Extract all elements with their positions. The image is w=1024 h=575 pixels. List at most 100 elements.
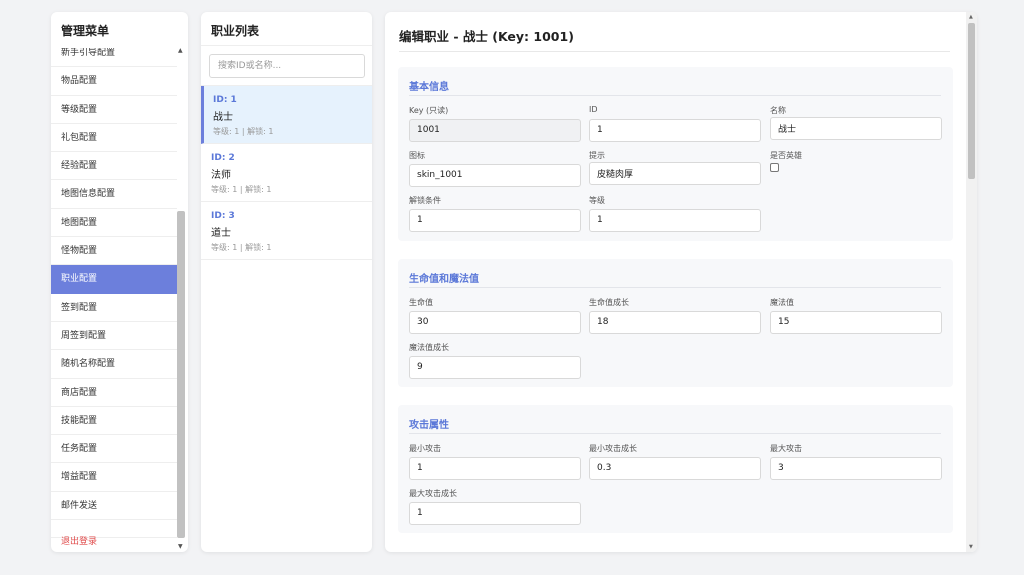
sidebar-scrollbar[interactable]: ▲ ▼ [176,45,186,552]
field-label: ID [589,105,598,114]
editor-title-divider [399,51,950,52]
id-input[interactable] [589,118,761,142]
field-level: 等级 [589,195,761,232]
job-editor-panel: 编辑职业 - 战士 (Key: 1001) 基本信息 Key (只读) ID 名… [385,12,977,552]
min-attack-growth-input[interactable] [589,456,761,480]
field-min-attack: 最小攻击 [409,443,581,480]
sidebar-item-map-info[interactable]: 地图信息配置 [51,180,177,209]
scroll-down-arrow-icon[interactable]: ▼ [969,544,973,550]
min-attack-input[interactable] [409,456,581,480]
unlock-input[interactable] [409,208,581,232]
field-hp: 生命值 [409,297,581,334]
job-name: 道士 [211,228,231,239]
field-mp-growth: 魔法值成长 [409,342,581,379]
field-icon: 图标 [409,150,581,187]
field-label: 解锁条件 [409,196,441,205]
sidebar-item-maps[interactable]: 地图配置 [51,209,177,238]
field-min-attack-growth: 最小攻击成长 [589,443,761,480]
section-hp-mp: 生命值和魔法值 生命值 生命值成长 魔法值 魔法值成长 [398,259,953,387]
sidebar-item-experience[interactable]: 经验配置 [51,152,177,181]
section-divider [409,95,941,96]
section-title-basic: 基本信息 [409,82,449,93]
hp-input[interactable] [409,310,581,334]
scroll-up-arrow-icon[interactable]: ▲ [969,14,973,20]
mp-growth-input[interactable] [409,355,581,379]
sidebar-item-jobs[interactable]: 职业配置 [51,265,177,294]
job-search-input[interactable] [209,54,365,78]
level-input[interactable] [589,208,761,232]
job-list: ID: 1 战士 等级: 1 | 解锁: 1 ID: 2 法师 等级: 1 | … [201,85,372,260]
field-label: 图标 [409,151,425,160]
logout-link[interactable]: 退出登录 [61,534,97,547]
sidebar-item-random-names[interactable]: 随机名称配置 [51,350,177,379]
section-divider [409,433,941,434]
field-label: 最小攻击 [409,444,441,453]
scroll-up-arrow-icon[interactable]: ▲ [178,47,183,54]
field-label: 名称 [770,106,786,115]
sidebar-item-monsters[interactable]: 怪物配置 [51,237,177,266]
editor-title: 编辑职业 - 战士 (Key: 1001) [399,29,574,44]
sidebar-item-tasks[interactable]: 任务配置 [51,435,177,464]
job-meta: 等级: 1 | 解锁: 1 [213,127,274,136]
field-label: 魔法值成长 [409,343,449,352]
hp-growth-input[interactable] [589,310,761,334]
field-label: 最大攻击 [770,444,802,453]
job-list-item-3[interactable]: ID: 3 道士 等级: 1 | 解锁: 1 [201,202,372,260]
max-attack-input[interactable] [770,456,942,480]
field-label: 等级 [589,196,605,205]
name-input[interactable] [770,117,942,140]
menu-list: 新手引导配置 物品配置 等级配置 礼包配置 经验配置 地图信息配置 地图配置 怪… [51,48,177,521]
icon-input[interactable] [409,163,581,187]
sidebar-item-buffs[interactable]: 增益配置 [51,463,177,492]
section-title-hp-mp: 生命值和魔法值 [409,274,479,285]
field-is-hero: 是否英雄 [770,150,942,172]
key-input [409,118,581,142]
menu-viewport: 新手引导配置 物品配置 等级配置 礼包配置 经验配置 地图信息配置 地图配置 怪… [51,48,177,537]
sidebar-item-sign-in[interactable]: 签到配置 [51,294,177,322]
sidebar-item-skills[interactable]: 技能配置 [51,407,177,436]
job-id: ID: 3 [211,211,235,221]
field-label: 生命值 [409,298,433,307]
field-hp-growth: 生命值成长 [589,297,761,334]
sidebar-item-guide[interactable]: 新手引导配置 [51,48,177,68]
sidebar-item-mail[interactable]: 邮件发送 [51,492,177,521]
job-name: 战士 [213,112,233,123]
is-hero-checkbox[interactable] [770,163,779,172]
max-attack-growth-input[interactable] [409,501,581,525]
job-id: ID: 2 [211,153,235,163]
sidebar-item-levels[interactable]: 等级配置 [51,96,177,124]
editor-scroll-thumb[interactable] [968,23,975,179]
sidebar-scroll-thumb[interactable] [177,211,185,538]
job-meta: 等级: 1 | 解锁: 1 [211,185,272,194]
field-id: ID [589,105,761,142]
scroll-down-arrow-icon[interactable]: ▼ [178,543,183,550]
job-list-panel: 职业列表 ID: 1 战士 等级: 1 | 解锁: 1 ID: 2 法师 等级:… [201,12,372,552]
admin-sidebar: 管理菜单 新手引导配置 物品配置 等级配置 礼包配置 经验配置 地图信息配置 地… [51,12,188,552]
editor-scrollbar[interactable]: ▲ ▼ [966,12,977,552]
field-label: 魔法值 [770,298,794,307]
section-basic-info: 基本信息 Key (只读) ID 名称 图标 提示 是否英雄 解锁条件 [398,67,953,241]
section-title-attack: 攻击属性 [409,420,449,431]
field-max-attack: 最大攻击 [770,443,942,480]
field-key: Key (只读) [409,105,581,142]
field-mp: 魔法值 [770,297,942,334]
mp-input[interactable] [770,310,942,334]
field-unlock: 解锁条件 [409,195,581,232]
section-attack: 攻击属性 最小攻击 最小攻击成长 最大攻击 最大攻击成长 [398,405,953,533]
sidebar-item-weekly-sign-in[interactable]: 周签到配置 [51,322,177,351]
hint-input[interactable] [589,162,761,185]
field-max-attack-growth: 最大攻击成长 [409,488,581,525]
sidebar-item-gift-packs[interactable]: 礼包配置 [51,124,177,153]
job-name: 法师 [211,170,231,181]
sidebar-item-items[interactable]: 物品配置 [51,67,177,96]
field-label: 是否英雄 [770,151,802,160]
job-list-item-1[interactable]: ID: 1 战士 等级: 1 | 解锁: 1 [201,86,372,144]
field-label: Key (只读) [409,106,449,115]
job-meta: 等级: 1 | 解锁: 1 [211,243,272,252]
sidebar-item-shop[interactable]: 商店配置 [51,379,177,407]
field-label: 提示 [589,151,605,160]
job-list-item-2[interactable]: ID: 2 法师 等级: 1 | 解锁: 1 [201,144,372,202]
field-label: 生命值成长 [589,298,629,307]
job-id: ID: 1 [213,95,237,105]
field-hint: 提示 [589,150,761,185]
